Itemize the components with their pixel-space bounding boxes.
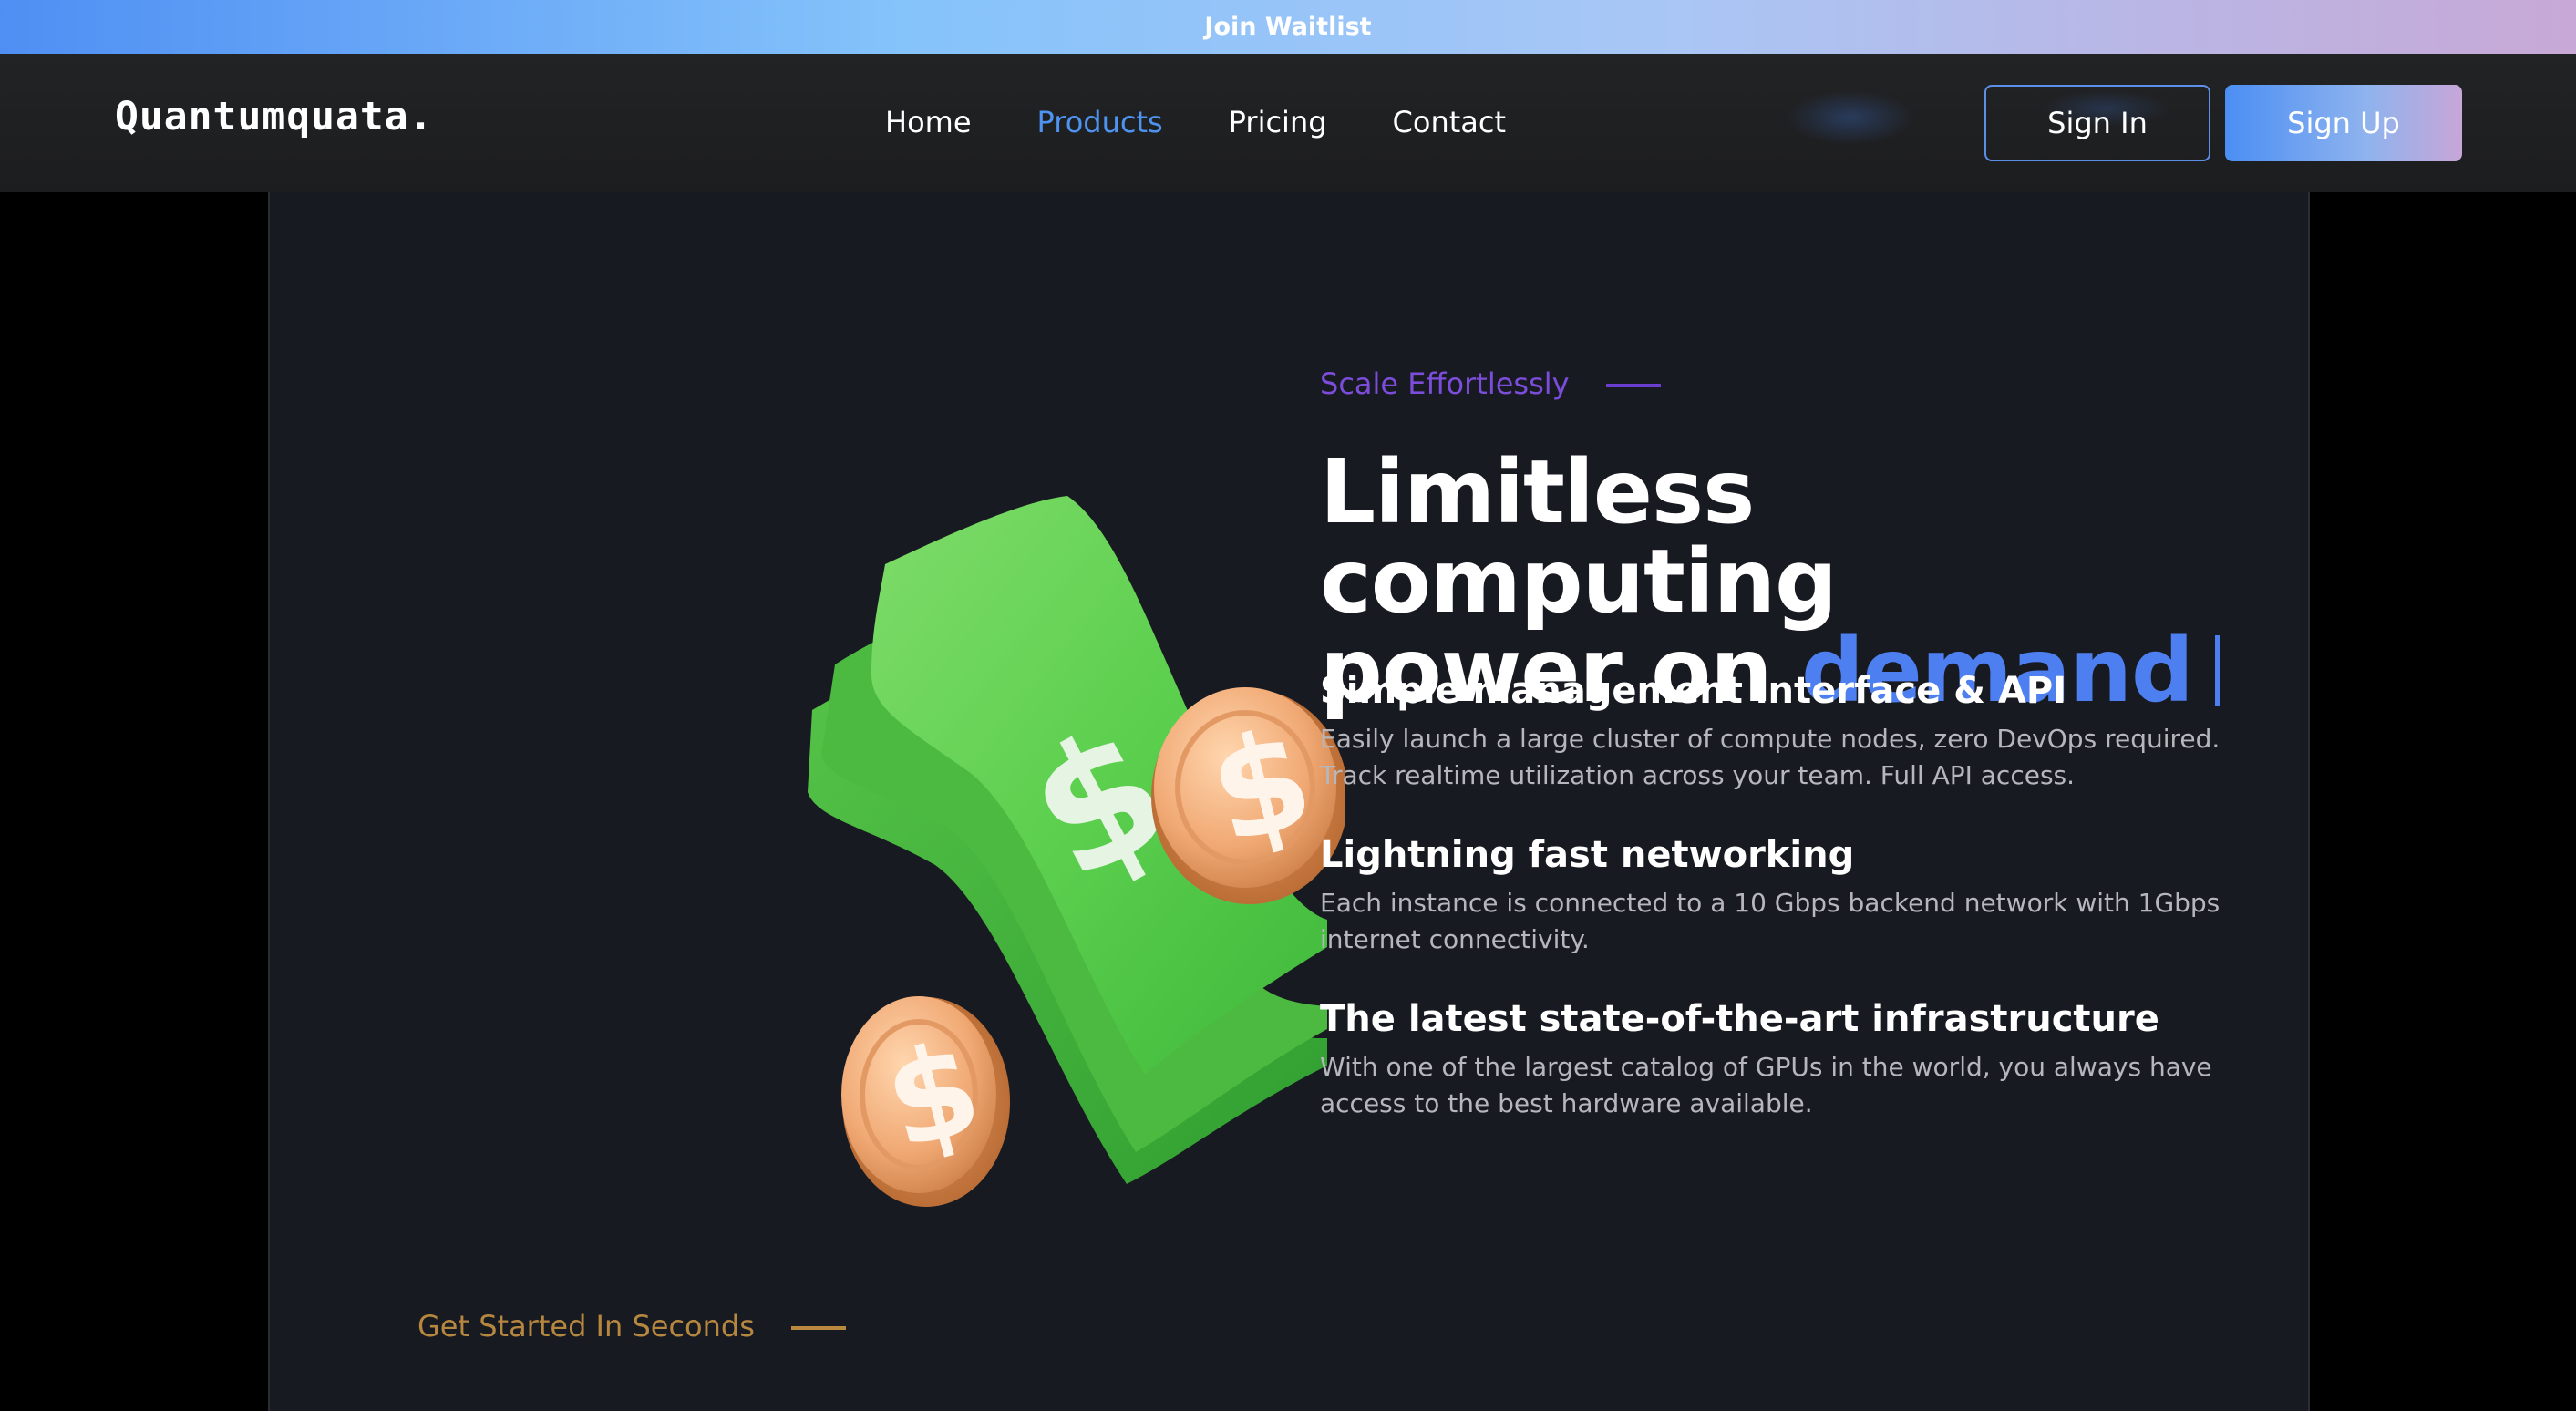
nav-glow-decoration bbox=[1787, 90, 1914, 145]
feature-description: With one of the largest catalog of GPUs … bbox=[1320, 1052, 2212, 1118]
feature-title: The latest state-of-the-art infrastructu… bbox=[1320, 998, 2159, 1040]
feature-item: Lightning fast networking Each instance … bbox=[1320, 832, 2250, 958]
eyebrow-label: Scale Effortlessly bbox=[1320, 366, 1570, 401]
money-bill-coins-icon: $ $ $ bbox=[808, 496, 1345, 1207]
waitlist-banner[interactable]: Join Waitlist bbox=[0, 0, 2576, 54]
brand-logo[interactable]: Quantumquata. bbox=[115, 94, 434, 139]
feature-title: Lightning fast networking bbox=[1320, 834, 1855, 876]
nav-item-home[interactable]: Home bbox=[885, 105, 972, 139]
feature-description: Easily launch a large cluster of compute… bbox=[1320, 724, 2221, 790]
nav-item-products[interactable]: Products bbox=[1037, 105, 1163, 139]
next-section-eyebrow: Get Started In Seconds bbox=[417, 1309, 846, 1344]
nav-menu: Home Products Pricing Contact bbox=[885, 105, 1571, 139]
hero-section: $ $ $ Scale Effortlessly Limitless compu… bbox=[268, 192, 2310, 1411]
sign-up-button[interactable]: Sign Up bbox=[2225, 85, 2462, 161]
headline-line1: Limitless computing bbox=[1320, 441, 1838, 633]
eyebrow-underline bbox=[790, 1326, 846, 1330]
feature-item: The latest state-of-the-art infrastructu… bbox=[1320, 996, 2250, 1122]
nav-item-contact[interactable]: Contact bbox=[1393, 105, 1507, 139]
feature-title: Simple management interface & API bbox=[1320, 670, 2067, 712]
feature-item: Simple management interface & API Easily… bbox=[1320, 668, 2250, 794]
top-navbar: Quantumquata. Home Products Pricing Cont… bbox=[0, 54, 2576, 192]
nav-item-pricing[interactable]: Pricing bbox=[1229, 105, 1327, 139]
join-waitlist-link[interactable]: Join Waitlist bbox=[1204, 13, 1371, 41]
sign-in-button[interactable]: Sign In bbox=[1984, 85, 2210, 161]
eyebrow-underline bbox=[1605, 384, 1661, 387]
eyebrow-label: Get Started In Seconds bbox=[417, 1309, 755, 1344]
section-eyebrow: Scale Effortlessly bbox=[1320, 366, 1661, 401]
feature-description: Each instance is connected to a 10 Gbps … bbox=[1320, 888, 2221, 954]
